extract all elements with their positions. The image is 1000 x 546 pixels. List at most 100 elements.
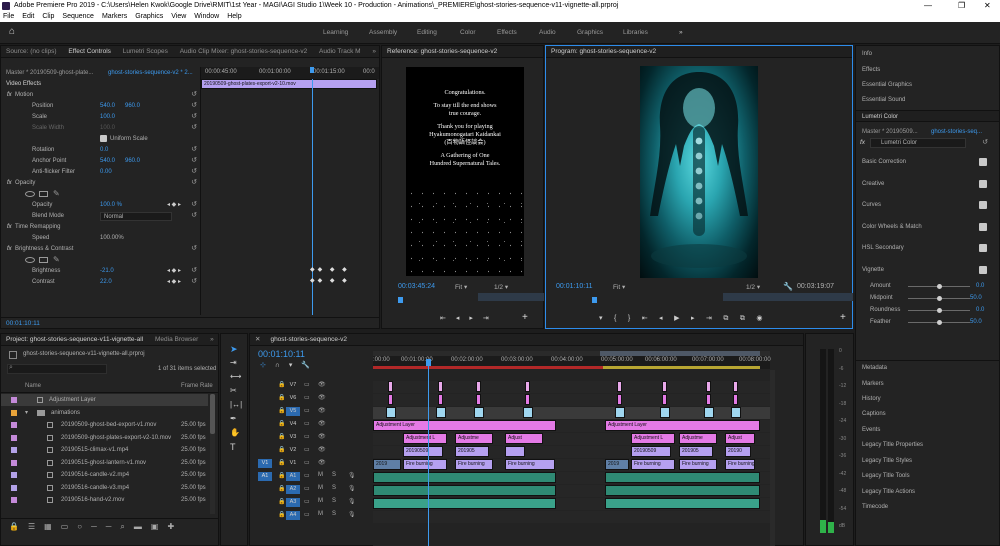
- workspace-graphics[interactable]: Graphics: [577, 29, 603, 36]
- v5-clip[interactable]: [615, 407, 625, 418]
- panel-history[interactable]: History: [856, 393, 999, 405]
- tab-more-icon[interactable]: »: [205, 334, 218, 345]
- vignette-roundness-knob[interactable]: [936, 308, 942, 313]
- v3-adjustment-clip[interactable]: Adjust: [505, 433, 543, 444]
- tab-effect-controls[interactable]: Effect Controls: [63, 46, 116, 57]
- panel-lumetri-color[interactable]: Lumetri Color: [856, 110, 999, 122]
- v5-clip[interactable]: [523, 407, 533, 418]
- workspace-audio[interactable]: Audio: [539, 29, 556, 36]
- track-solo-button[interactable]: S: [332, 498, 336, 504]
- label-color-swatch[interactable]: [11, 472, 17, 478]
- tab-reference[interactable]: Reference: ghost-stories-sequence-v2: [382, 46, 502, 57]
- anchor-y-value[interactable]: 960.0: [125, 156, 140, 167]
- razor-tool-icon[interactable]: ✂: [230, 386, 237, 395]
- track-mute-button[interactable]: M: [318, 498, 323, 504]
- track-sync-lock-icon[interactable]: ▭: [304, 433, 310, 440]
- workspace-learning[interactable]: Learning: [323, 29, 348, 36]
- effect-controls-timecode[interactable]: 00:01:10:11: [1, 317, 379, 328]
- v7-clip[interactable]: [706, 381, 711, 392]
- program-timecode[interactable]: 00:01:10:11: [556, 283, 592, 290]
- v3-adjustment-clip[interactable]: Adjustment L: [403, 433, 447, 444]
- track-mute-button[interactable]: M: [318, 472, 323, 478]
- label-color-swatch[interactable]: [11, 397, 17, 403]
- menu-markers[interactable]: Markers: [102, 12, 127, 22]
- timeline-ruler[interactable]: :00:00 00:01:00:00 00:02:00:00 00:03:00:…: [373, 351, 771, 369]
- tab-program[interactable]: Program: ghost-stories-sequence-v2: [546, 46, 661, 57]
- v6-clip[interactable]: [733, 394, 738, 405]
- track-visibility-icon[interactable]: 👁: [318, 459, 326, 466]
- ellipse-mask-icon[interactable]: [25, 257, 35, 263]
- v7-clip[interactable]: [438, 381, 443, 392]
- v5-clip[interactable]: [474, 407, 484, 418]
- section-vignette[interactable]: Vignette: [856, 264, 999, 276]
- position-x-value[interactable]: 540.0: [100, 101, 115, 112]
- panel-essential-graphics[interactable]: Essential Graphics: [856, 79, 999, 91]
- reset-icon[interactable]: ↺: [190, 267, 198, 275]
- position-y-value[interactable]: 960.0: [125, 101, 140, 112]
- panel-legacy-title-actions[interactable]: Legacy Title Actions: [856, 486, 999, 498]
- reset-icon[interactable]: ↺: [190, 146, 198, 154]
- track-sync-lock-icon[interactable]: ▭: [304, 446, 310, 453]
- reset-icon[interactable]: ↺: [981, 139, 989, 147]
- track-label-v2[interactable]: V2: [286, 446, 300, 455]
- track-lock-icon[interactable]: 🔒: [278, 394, 285, 401]
- menu-help[interactable]: Help: [227, 12, 241, 22]
- v6-clip[interactable]: [662, 394, 667, 405]
- keyframe-nav-icon[interactable]: ◂ ◆ ▸: [167, 201, 181, 208]
- add-button-icon[interactable]: +: [522, 312, 528, 323]
- track-sync-lock-icon[interactable]: ▭: [304, 394, 310, 401]
- panel-essential-sound[interactable]: Essential Sound: [856, 94, 999, 106]
- track-label-v6[interactable]: V6: [286, 394, 300, 403]
- panel-timecode[interactable]: Timecode: [856, 501, 999, 513]
- anti-flicker-value[interactable]: 0.00: [100, 167, 112, 178]
- workspace-effects[interactable]: Effects: [497, 29, 517, 36]
- v3-adjustment-clip[interactable]: Adjustme: [455, 433, 493, 444]
- v6-clip[interactable]: [525, 394, 530, 405]
- menu-sequence[interactable]: Sequence: [62, 12, 94, 22]
- wrench-icon[interactable]: 🔧: [783, 282, 793, 291]
- anchor-x-value[interactable]: 540.0: [100, 156, 115, 167]
- uniform-scale-checkbox[interactable]: [100, 135, 107, 142]
- label-color-swatch[interactable]: [11, 497, 17, 503]
- scale-value[interactable]: 100.0: [100, 112, 115, 123]
- program-video-frame[interactable]: [640, 66, 758, 278]
- track-sync-lock-icon[interactable]: ▭: [304, 472, 310, 479]
- panel-info[interactable]: Info: [856, 48, 999, 60]
- track-label-v3[interactable]: V3: [286, 433, 300, 442]
- v5-clip[interactable]: [731, 407, 741, 418]
- label-color-swatch[interactable]: [11, 409, 17, 416]
- keyframe-diamonds[interactable]: ◆◆ ◆ ◆: [310, 277, 350, 284]
- program-playhead[interactable]: [592, 297, 597, 303]
- adjustment-layer-clip[interactable]: Adjustment Layer: [605, 420, 760, 431]
- program-transport-controls[interactable]: ▾{}⇤◂▶▸⇥⧉⧉◉: [599, 314, 774, 323]
- color-wheels-checkbox[interactable]: [979, 223, 987, 231]
- track-lane[interactable]: [373, 511, 770, 523]
- panel-legacy-title-styles[interactable]: Legacy Title Styles: [856, 455, 999, 467]
- ripple-edit-tool-icon[interactable]: ⟷: [230, 372, 241, 381]
- audio-clip[interactable]: [605, 498, 760, 509]
- track-sync-lock-icon[interactable]: ▭: [304, 511, 310, 518]
- vignette-midpoint-value[interactable]: 50.0: [970, 292, 982, 304]
- v2-clip[interactable]: [505, 446, 525, 457]
- opacity-value[interactable]: 100.0 %: [100, 200, 122, 211]
- reset-icon[interactable]: ↺: [190, 168, 198, 176]
- track-visibility-icon[interactable]: 👁: [318, 394, 326, 401]
- pen-tool-icon[interactable]: ✒: [230, 414, 237, 423]
- scrollbar-thumb[interactable]: [210, 394, 215, 434]
- v2-clip[interactable]: 20190509: [403, 446, 443, 457]
- v1-clip[interactable]: 2019: [373, 459, 401, 470]
- reference-transport-controls[interactable]: ⇤◂▸⇥: [440, 314, 499, 322]
- workspace-color[interactable]: Color: [460, 29, 476, 36]
- label-color-swatch[interactable]: [11, 459, 17, 466]
- reset-icon[interactable]: ↺: [190, 157, 198, 165]
- track-sync-lock-icon[interactable]: ▭: [304, 485, 310, 492]
- rectangle-mask-icon[interactable]: [39, 191, 48, 197]
- source-patch-v1[interactable]: V1: [258, 459, 272, 468]
- project-item-row[interactable]: 20190516-hand-v2.mov 25.00 fps: [1, 494, 208, 506]
- creative-checkbox[interactable]: [979, 180, 987, 188]
- vignette-amount-value[interactable]: 0.0: [976, 280, 984, 292]
- audio-clip[interactable]: [373, 472, 556, 483]
- audio-clip[interactable]: [373, 498, 556, 509]
- panel-events[interactable]: Events: [856, 424, 999, 436]
- tab-more-icon[interactable]: »: [367, 46, 379, 57]
